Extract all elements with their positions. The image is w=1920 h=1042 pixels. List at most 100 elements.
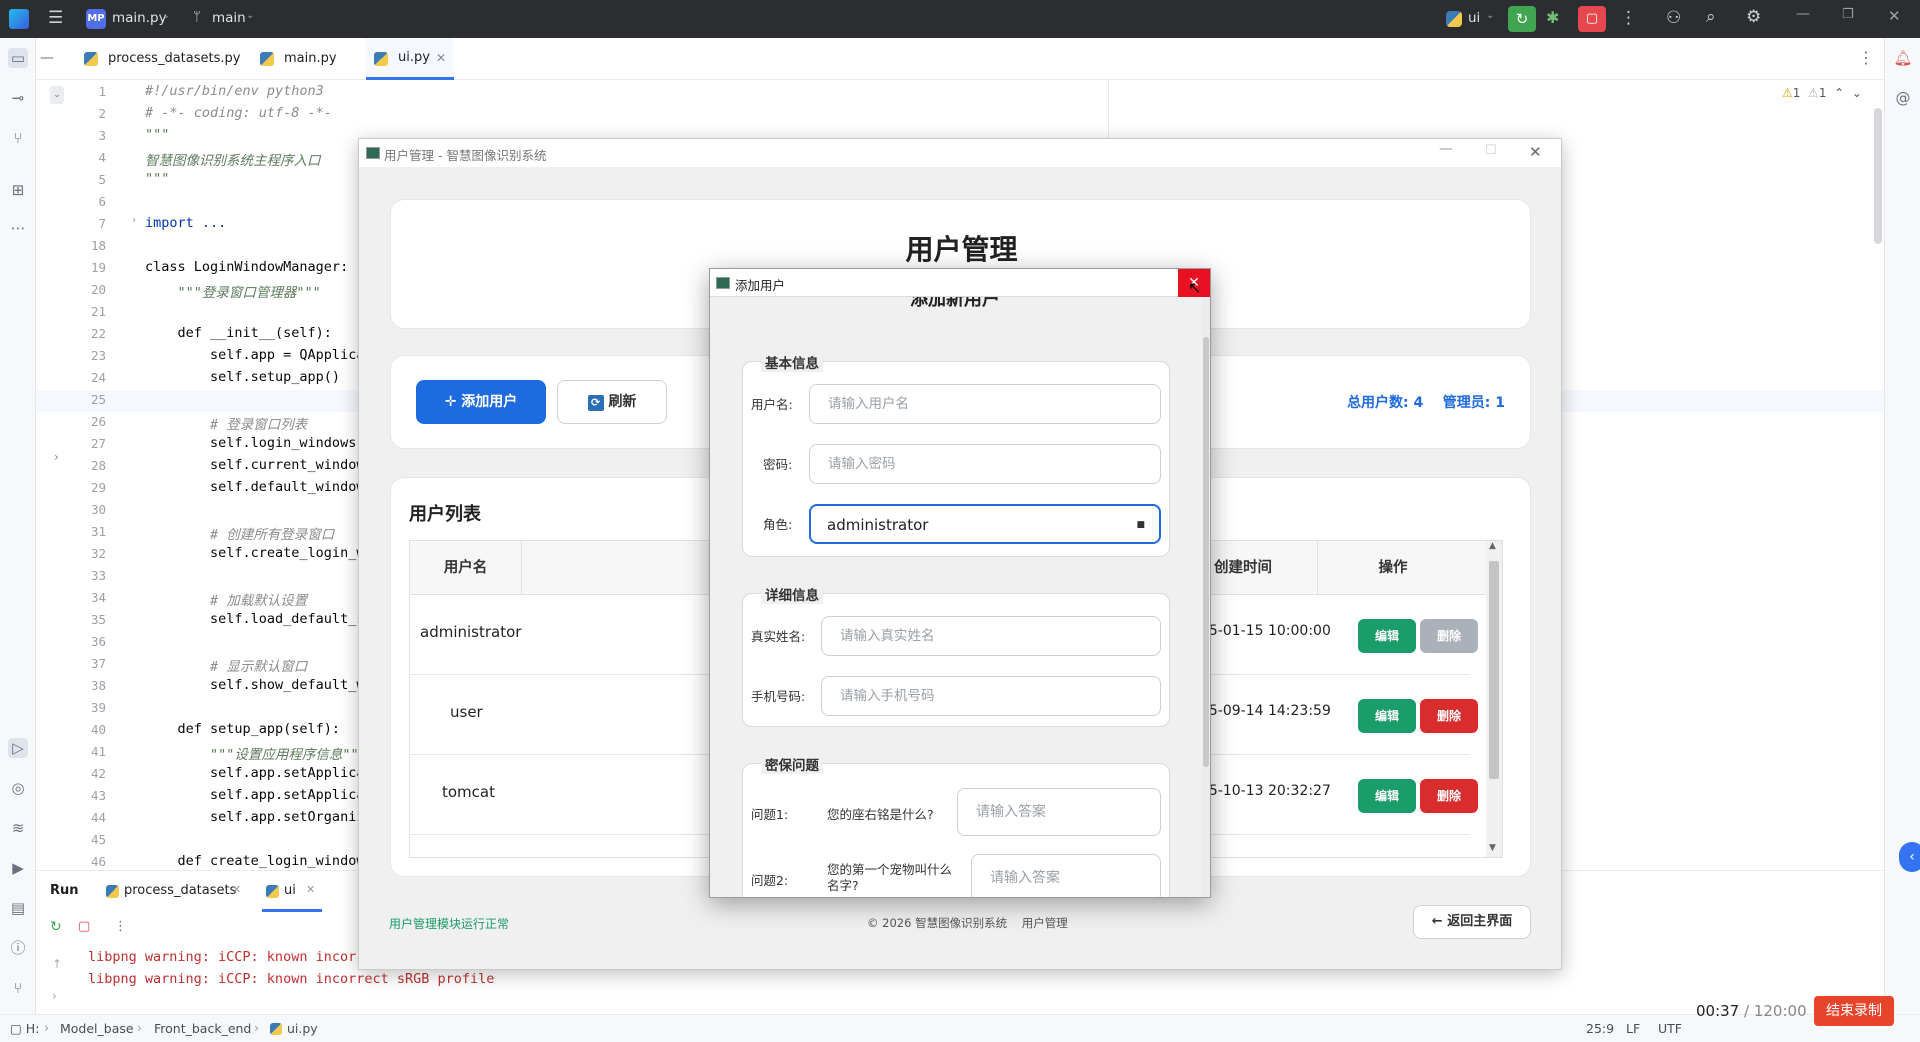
services-icon[interactable]: ▶ [8, 858, 28, 878]
collapse-icon[interactable]: — [40, 50, 54, 66]
more-vertical-icon[interactable]: ⋮ [1620, 8, 1637, 28]
answer2-input[interactable]: 请输入答案 [971, 854, 1161, 897]
more-tools-icon[interactable]: ⋯ [8, 218, 28, 238]
more-vertical-icon[interactable]: ⋮ [114, 919, 127, 934]
scroll-down-icon[interactable]: ▼ [1489, 843, 1496, 853]
password-input[interactable]: 请输入密码 [809, 444, 1161, 484]
stop-icon[interactable]: ▢ [1578, 6, 1606, 32]
gear-icon[interactable]: ⚙ [1746, 7, 1761, 27]
expand-icon[interactable]: › [52, 989, 57, 1003]
inspection-warning-count[interactable]: ⚠1 ⚠1 ⌃ ⌄ [1782, 86, 1862, 100]
problems-icon[interactable]: ⓘ [8, 938, 28, 958]
line-number: 27 [90, 436, 106, 451]
tab-ui[interactable]: ui.py ✕ [366, 38, 454, 80]
run-config-selector[interactable]: ui [1468, 10, 1480, 26]
collapse-side-icon[interactable]: ‹ [1899, 842, 1920, 872]
commit-icon[interactable]: ⊸ [8, 88, 28, 108]
delete-button[interactable]: 删除 [1420, 699, 1478, 733]
line-number: 5 [98, 172, 106, 187]
answer1-input[interactable]: 请输入答案 [957, 788, 1161, 836]
breadcrumb-item[interactable]: ui.py [287, 1021, 318, 1036]
run-tab-ui[interactable]: ui [284, 883, 296, 898]
close-icon[interactable]: ✕ [1888, 7, 1901, 25]
breadcrumb-item[interactable]: Model_base [60, 1021, 134, 1036]
col-actions[interactable]: 操作 [1318, 541, 1468, 595]
chevron-down-icon: ⌄ [162, 10, 171, 21]
fold-arrow-icon[interactable]: › [132, 215, 136, 226]
ai-assistant-icon[interactable]: @ [1893, 88, 1913, 108]
search-icon[interactable]: ⌕ [1706, 7, 1716, 27]
minimize-icon[interactable]: — [1439, 141, 1453, 157]
app-logo-icon[interactable] [9, 9, 29, 29]
breadcrumb-item[interactable]: Front_back_end [154, 1021, 251, 1036]
line-number: 45 [90, 832, 106, 847]
realname-input[interactable]: 请输入真实姓名 [821, 616, 1161, 656]
editor-scrollbar[interactable] [1874, 108, 1882, 244]
rerun-icon[interactable]: ↻ [50, 919, 62, 935]
run-tool-icon[interactable]: ▷ [8, 738, 28, 758]
maximize-icon[interactable]: ☐ [1485, 143, 1497, 158]
line-number: 29 [90, 480, 106, 495]
structure-icon[interactable]: ⊞ [8, 180, 28, 200]
code-line: def __init__(self): [145, 325, 332, 341]
code-line: self.app = QApplica [145, 347, 365, 363]
line-number: 2 [98, 106, 106, 121]
git-icon[interactable]: ⑂ [8, 978, 28, 998]
stop-recording-button[interactable]: 结束录制 [1814, 996, 1894, 1026]
scrollbar-thumb[interactable] [1203, 337, 1209, 767]
table-scrollbar[interactable]: ▲ ▼ [1486, 541, 1502, 857]
edit-button[interactable]: 编辑 [1358, 619, 1416, 653]
close-tab-icon[interactable]: ✕ [306, 883, 315, 896]
close-tab-icon[interactable]: ✕ [436, 38, 446, 78]
code-line: # -*- coding: utf-8 -*- [145, 105, 332, 121]
add-user-button[interactable]: ✛ 添加用户 [416, 380, 546, 424]
console-line: libpng warning: iCCP: known incorrect sR… [88, 971, 495, 987]
tab-main[interactable]: main.py [260, 38, 337, 80]
main-menu-icon[interactable]: ☰ [48, 8, 63, 28]
debug-icon[interactable]: ✱ [1546, 8, 1559, 27]
tabs-menu-icon[interactable]: ⋮ [1858, 48, 1874, 67]
phone-input[interactable]: 请输入手机号码 [821, 676, 1161, 716]
dialog-scrollbar[interactable] [1202, 299, 1210, 897]
delete-button[interactable]: 删除 [1420, 779, 1478, 813]
detail-info-group: 详细信息 真实姓名: 请输入真实姓名 手机号码: 请输入手机号码 [742, 584, 1170, 727]
back-to-main-button[interactable]: ← 返回主界面 [1413, 905, 1531, 939]
right-tool-strip: 🔔︎ @ ‹ [1884, 38, 1920, 1014]
terminal-icon[interactable]: ▤ [8, 898, 28, 918]
breadcrumb-drive[interactable]: ▢ H: [10, 1021, 39, 1036]
role-label: 角色: [763, 517, 793, 532]
line-number: 40 [90, 722, 106, 737]
file-encoding[interactable]: UTF [1658, 1021, 1682, 1036]
cursor-position[interactable]: 25:9 [1586, 1021, 1614, 1036]
edit-button[interactable]: 编辑 [1358, 699, 1416, 733]
python-console-icon[interactable]: ◎ [8, 778, 28, 798]
username-input[interactable]: 请输入用户名 [809, 384, 1161, 424]
scrollbar-thumb[interactable] [1489, 561, 1499, 779]
run-tab-process-datasets[interactable]: process_datasets [124, 883, 236, 898]
close-icon[interactable]: ✕ [1529, 143, 1542, 161]
line-separator[interactable]: LF [1626, 1021, 1640, 1036]
notifications-icon[interactable]: 🔔︎ [1893, 48, 1913, 68]
edit-button[interactable]: 编辑 [1358, 779, 1416, 813]
pull-request-icon[interactable]: ⑂ [8, 128, 28, 148]
tab-process-datasets[interactable]: process_datasets.py [84, 38, 240, 80]
footer-status: 用户管理模块运行正常 [389, 917, 510, 931]
layers-icon[interactable]: ≋ [8, 818, 28, 838]
role-select[interactable]: administrator ■ [809, 504, 1161, 544]
minimize-icon[interactable]: — [1796, 6, 1810, 22]
rerun-icon[interactable]: ↻ [1508, 6, 1536, 32]
add-user-icon[interactable]: ⚇ [1666, 8, 1681, 28]
user-stats: 总用户数: 4 管理员: 1 [1347, 395, 1505, 411]
line-number: 28 [90, 458, 106, 473]
close-tab-icon[interactable]: ✕ [232, 883, 241, 896]
branch-selector[interactable]: main [212, 10, 246, 26]
project-selector[interactable]: main.py [112, 10, 167, 26]
scroll-up-icon[interactable]: ↑ [52, 957, 62, 971]
scroll-up-icon[interactable]: ▲ [1489, 541, 1496, 551]
restore-icon[interactable]: ❐ [1842, 7, 1854, 22]
refresh-button[interactable]: ⟳ 刷新 [557, 380, 667, 424]
breadcrumb-sep-icon: › [137, 1020, 142, 1035]
col-username[interactable]: 用户名 [410, 541, 522, 595]
project-folder-icon[interactable]: ▭ [8, 48, 28, 68]
stop-icon[interactable]: ▢ [78, 919, 90, 934]
